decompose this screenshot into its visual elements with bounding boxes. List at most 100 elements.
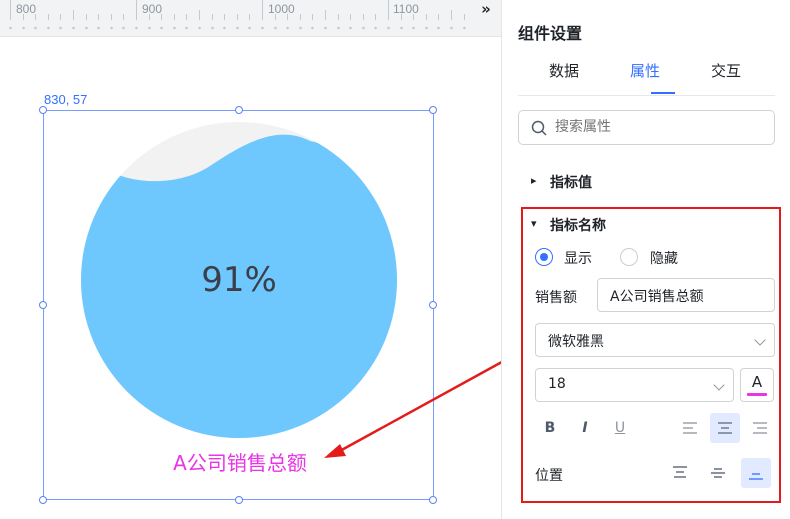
chevron-down-icon xyxy=(713,379,725,391)
font-size-value: 18 xyxy=(548,376,566,392)
position-top-button[interactable] xyxy=(665,458,695,488)
design-canvas[interactable]: 800 900 1000 1100 » 830, 57 91% A公司销售总额 xyxy=(0,0,501,519)
resize-handle-bottom[interactable] xyxy=(235,496,243,504)
ruler-dot xyxy=(198,26,201,30)
align-right-button[interactable] xyxy=(745,413,775,443)
ruler-dot xyxy=(437,26,440,30)
selection-coordinates: 830, 57 xyxy=(44,92,88,107)
resize-handle-left[interactable] xyxy=(39,301,47,309)
underline-button[interactable]: U xyxy=(605,413,635,443)
resize-handle-right[interactable] xyxy=(429,301,437,309)
ruler-dot xyxy=(463,26,466,30)
font-color-swatch xyxy=(747,393,767,396)
liquid-fill-gauge: 91% xyxy=(81,122,397,438)
gauge-value-text: 91% xyxy=(201,260,277,300)
align-left-icon xyxy=(683,422,697,434)
resize-handle-top-right[interactable] xyxy=(429,106,437,114)
align-center-button[interactable] xyxy=(710,413,740,443)
ruler-dot xyxy=(248,26,251,30)
ruler-dot xyxy=(47,26,50,30)
indicator-name-text: A公司销售总额 xyxy=(173,451,307,475)
radio-hide-label[interactable]: 隐藏 xyxy=(650,248,678,268)
panel-title: 组件设置 xyxy=(518,24,583,43)
ruler-dot xyxy=(160,26,163,30)
font-color-button[interactable]: A xyxy=(740,368,774,402)
resize-handle-bottom-right[interactable] xyxy=(429,496,437,504)
ruler-dot xyxy=(362,26,365,30)
tab-interaction[interactable]: 交互 xyxy=(711,60,741,81)
section-indicator-name[interactable]: 指标名称 xyxy=(550,215,606,235)
font-size-select[interactable]: 18 xyxy=(535,368,734,402)
ruler-dot xyxy=(324,26,327,30)
horizontal-ruler: 800 900 1000 1100 » xyxy=(0,0,501,37)
ruler-dot xyxy=(148,26,151,30)
settings-tabs: 数据 属性 交互 xyxy=(518,60,775,96)
ruler-dot xyxy=(274,26,277,30)
align-top-icon xyxy=(673,466,687,478)
ruler-dot xyxy=(299,26,302,30)
ruler-label-800: 800 xyxy=(16,2,37,16)
chevron-down-icon[interactable]: ▾ xyxy=(531,217,537,230)
active-tab-indicator xyxy=(651,92,675,94)
ruler-dot xyxy=(34,26,37,30)
ruler-dot xyxy=(9,26,12,30)
font-family-select[interactable]: 微软雅黑 xyxy=(535,323,775,357)
position-middle-button[interactable] xyxy=(703,458,733,488)
ruler-dot xyxy=(400,26,403,30)
ruler-dot xyxy=(412,26,415,30)
ruler-dot xyxy=(337,26,340,30)
ruler-dot xyxy=(261,26,264,30)
align-right-icon xyxy=(753,422,767,434)
ruler-dot xyxy=(72,26,75,30)
align-left-button[interactable] xyxy=(675,413,705,443)
ruler-label-900: 900 xyxy=(142,2,163,16)
align-bottom-icon xyxy=(749,473,763,480)
resize-handle-top[interactable] xyxy=(235,106,243,114)
chevron-double-right-icon[interactable]: » xyxy=(471,0,501,20)
position-label: 位置 xyxy=(535,468,563,484)
ruler-dot xyxy=(286,26,289,30)
ruler-dot xyxy=(97,26,100,30)
radio-hide[interactable] xyxy=(620,248,638,266)
ruler-dot xyxy=(59,26,62,30)
italic-button[interactable]: I xyxy=(570,413,600,443)
tab-properties[interactable]: 属性 xyxy=(630,60,660,81)
ruler-dot xyxy=(110,26,113,30)
chevron-right-icon[interactable]: ▸ xyxy=(531,174,537,187)
ruler-label-1000: 1000 xyxy=(268,2,295,16)
ruler-dot xyxy=(135,26,138,30)
name-field-label: 销售额 xyxy=(535,290,577,306)
property-search[interactable] xyxy=(518,110,775,145)
search-input[interactable] xyxy=(555,119,755,135)
resize-handle-bottom-left[interactable] xyxy=(39,496,47,504)
ruler-dot xyxy=(450,26,453,30)
ruler-ticks xyxy=(9,0,466,30)
ruler-dot xyxy=(387,26,390,30)
position-bottom-button[interactable] xyxy=(741,458,771,488)
radio-show-label[interactable]: 显示 xyxy=(564,248,592,268)
component-settings-panel: 组件设置 数据 属性 交互 ▸ 指标值 ▾ 指标名称 显示 隐藏 销售额 A公司… xyxy=(501,0,790,519)
ruler-dot xyxy=(173,26,176,30)
bold-button[interactable]: B xyxy=(535,413,565,443)
chevron-down-icon xyxy=(754,334,766,346)
ruler-dot xyxy=(122,26,125,30)
radio-show[interactable] xyxy=(535,248,553,266)
align-middle-icon xyxy=(711,468,725,478)
ruler-dot xyxy=(311,26,314,30)
align-center-icon xyxy=(718,422,732,434)
ruler-label-1100: 1100 xyxy=(393,2,419,16)
ruler-dot xyxy=(211,26,214,30)
ruler-dot xyxy=(185,26,188,30)
font-color-letter: A xyxy=(751,373,763,391)
resize-handle-top-left[interactable] xyxy=(39,106,47,114)
ruler-dot xyxy=(374,26,377,30)
tab-data[interactable]: 数据 xyxy=(549,60,579,81)
font-family-value: 微软雅黑 xyxy=(548,334,604,350)
ruler-dot xyxy=(236,26,239,30)
ruler-dot xyxy=(22,26,25,30)
ruler-dot xyxy=(85,26,88,30)
search-icon xyxy=(531,120,547,136)
section-indicator-value[interactable]: 指标值 xyxy=(550,172,592,192)
ruler-dot xyxy=(349,26,352,30)
indicator-name-input[interactable]: A公司销售总额 xyxy=(597,278,775,312)
